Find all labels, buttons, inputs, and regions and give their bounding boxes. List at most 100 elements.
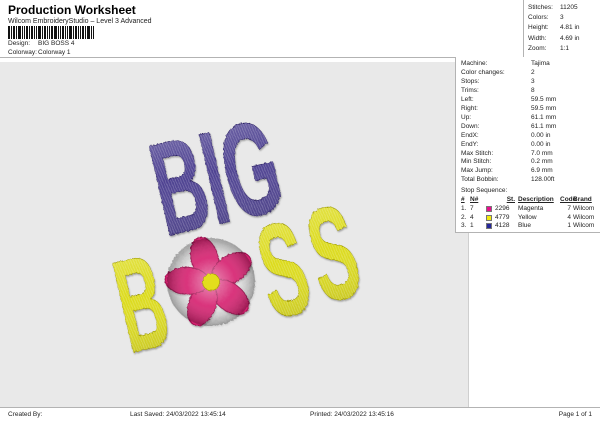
col-n: N#	[470, 196, 479, 204]
machine-row: Min Stitch: 0.2 mm	[461, 158, 600, 167]
design-row: Design: BIG BOSS 4	[8, 40, 75, 47]
stop-sequence-table: # N# St. Description Code Brand 1. 7 229…	[461, 196, 600, 230]
stop-sequence-header: # N# St. Description Code Brand	[461, 196, 600, 205]
colors-label: Colors:	[528, 14, 549, 22]
machine-row: Right: 59.5 mm	[461, 105, 600, 114]
down-value: 61.1 mm	[531, 122, 557, 130]
machine-row: Total Bobbin: 128.00ft	[461, 176, 600, 185]
down-label: Down:	[461, 122, 480, 130]
machine-row: Up: 61.1 mm	[461, 114, 600, 123]
endy-label: EndY:	[461, 140, 479, 148]
total-bobbin-label: Total Bobbin:	[461, 176, 499, 184]
design-value: BIG BOSS 4	[38, 40, 75, 47]
min-stitch-label: Min Stitch:	[461, 158, 492, 166]
created-by-label: Created By:	[8, 411, 43, 418]
seq-description: Blue	[518, 222, 532, 230]
stop-sequence-title: Stop Sequence:	[461, 187, 508, 195]
colorway-row: Colorway:Colorway 1	[8, 49, 71, 56]
min-stitch-value: 0.2 mm	[531, 158, 553, 166]
seq-st: 4779	[495, 213, 510, 221]
seq-description: Magenta	[518, 204, 544, 212]
machine-row: Down: 61.1 mm	[461, 123, 600, 132]
thread-swatch-magenta	[486, 206, 492, 213]
summary-row-height: Height: 4.81 in	[528, 23, 600, 33]
max-jump-value: 6.9 mm	[531, 167, 553, 175]
page-title: Production Worksheet	[8, 3, 136, 17]
stops-value: 3	[531, 77, 535, 85]
machine-row: Trims: 8	[461, 87, 600, 96]
seq-num: 3.	[461, 222, 467, 230]
left-value: 59.5 mm	[531, 95, 557, 103]
col-description: Description	[518, 196, 554, 204]
col-num: #	[461, 196, 465, 204]
endy-value: 0.00 in	[531, 140, 551, 148]
color-changes-label: Color changes:	[461, 68, 505, 76]
machine-row: Machine: Tajima	[461, 60, 600, 69]
seq-description: Yellow	[518, 213, 537, 221]
machine-row: Left: 59.5 mm	[461, 96, 600, 105]
right-label: Right:	[461, 104, 478, 112]
thread-swatch-yellow	[486, 214, 492, 221]
trims-label: Trims:	[461, 86, 479, 94]
col-code: Code	[560, 196, 577, 204]
total-bobbin-value: 128.00ft	[531, 176, 555, 184]
seq-brand: Wilcom	[573, 222, 595, 230]
machine-panel: Machine: Tajima Color changes: 2 Stops: 3 T…	[455, 57, 600, 233]
seq-code: 1	[567, 222, 571, 230]
production-worksheet-page: Production Worksheet Wilcom EmbroiderySt…	[0, 0, 600, 424]
footer: Created By: Last Saved: 24/03/2022 13:45…	[0, 407, 600, 424]
colors-value: 3	[560, 14, 564, 22]
thread-swatch-blue	[486, 223, 492, 230]
summary-row-stitches: Stitches: 11205	[528, 3, 600, 13]
seq-st: 4128	[495, 222, 510, 230]
seq-n: 4	[470, 213, 474, 221]
printed-text: Printed: 24/03/2022 13:45:16	[310, 411, 394, 418]
color-changes-value: 2	[531, 68, 535, 76]
height-label: Height:	[528, 24, 549, 32]
colorway-label: Colorway:	[8, 48, 37, 56]
seq-brand: Wilcom	[573, 213, 595, 221]
stop-sequence-row: 2. 4 4779 Yellow 4 Wilcom	[461, 214, 600, 223]
summary-row-width: Width: 4.69 in	[528, 34, 600, 44]
max-jump-label: Max Jump:	[461, 167, 493, 175]
summary-row-zoom: Zoom: 1:1	[528, 44, 600, 54]
seq-code: 4	[567, 213, 571, 221]
up-label: Up:	[461, 113, 472, 121]
machine-row: Max Jump: 6.9 mm	[461, 167, 600, 176]
machine-row: Color changes: 2	[461, 69, 600, 78]
seq-brand: Wilcom	[573, 204, 595, 212]
width-value: 4.69 in	[560, 34, 580, 42]
summary-row-colors: Colors: 3	[528, 13, 600, 23]
summary-box: Stitches: 11205 Colors: 3 Height: 4.81 in W…	[523, 0, 600, 57]
col-brand: Brand	[573, 196, 592, 204]
seq-num: 1.	[461, 204, 467, 212]
seq-code: 7	[567, 204, 571, 212]
barcode	[8, 26, 94, 39]
zoom-value: 1:1	[560, 44, 570, 52]
machine-row: Stops: 3	[461, 78, 600, 87]
machine-row: Max Stitch: 7.0 mm	[461, 150, 600, 159]
left-label: Left:	[461, 95, 474, 103]
trims-value: 8	[531, 86, 535, 94]
last-saved-text: Last Saved: 24/03/2022 13:45:14	[130, 411, 226, 418]
col-st: St.	[506, 196, 515, 204]
up-value: 61.1 mm	[531, 113, 557, 121]
endx-label: EndX:	[461, 131, 479, 139]
app-subtitle: Wilcom EmbroideryStudio – Level 3 Advanc…	[8, 18, 152, 25]
embroidery-design: BIG BIG BIG B B B S S S S S S	[102, 91, 373, 381]
stop-sequence-row: 1. 7 2296 Magenta 7 Wilcom	[461, 205, 600, 214]
colorway-value: Colorway 1	[38, 48, 71, 56]
max-stitch-value: 7.0 mm	[531, 149, 553, 157]
machine-label: Machine:	[461, 60, 488, 67]
zoom-label: Zoom:	[528, 44, 547, 52]
stitches-value: 11205	[560, 4, 578, 11]
height-value: 4.81 in	[560, 24, 580, 32]
stop-sequence-row: 3. 1 4128 Blue 1 Wilcom	[461, 222, 600, 231]
seq-num: 2.	[461, 213, 467, 221]
header: Production Worksheet Wilcom EmbroiderySt…	[0, 0, 600, 58]
stitches-label: Stitches:	[528, 4, 553, 11]
max-stitch-label: Max Stitch:	[461, 149, 494, 157]
page-number: Page 1 of 1	[558, 411, 592, 418]
seq-st: 2296	[495, 204, 510, 212]
design-canvas: BIG BIG BIG B B B S S S S S S	[0, 62, 469, 407]
